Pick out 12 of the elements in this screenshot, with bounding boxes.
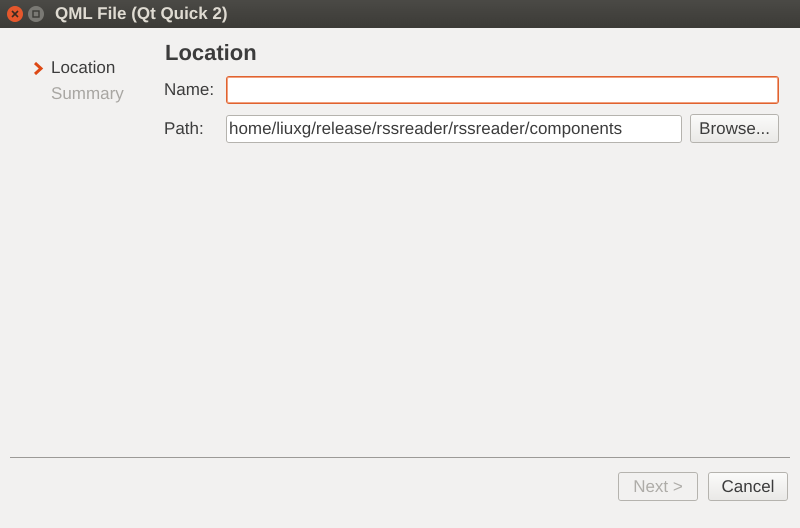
field-label: Path:: [164, 118, 205, 138]
window-title: QML File (Qt Quick 2): [55, 4, 228, 24]
dialog-button[interactable]: Cancel: [708, 472, 788, 501]
browse-button[interactable]: Browse...: [690, 114, 779, 143]
input-field[interactable]: [226, 76, 779, 104]
wizard-step: Location: [51, 58, 116, 78]
close-icon[interactable]: [7, 6, 23, 22]
input-field[interactable]: home/liuxg/release/rssreader/rssreader/components: [226, 114, 682, 142]
wizard-step: Summary: [32, 84, 124, 104]
page-heading: Location: [165, 40, 258, 66]
minimize-icon[interactable]: [28, 6, 44, 22]
field-label: Name:: [164, 80, 216, 100]
